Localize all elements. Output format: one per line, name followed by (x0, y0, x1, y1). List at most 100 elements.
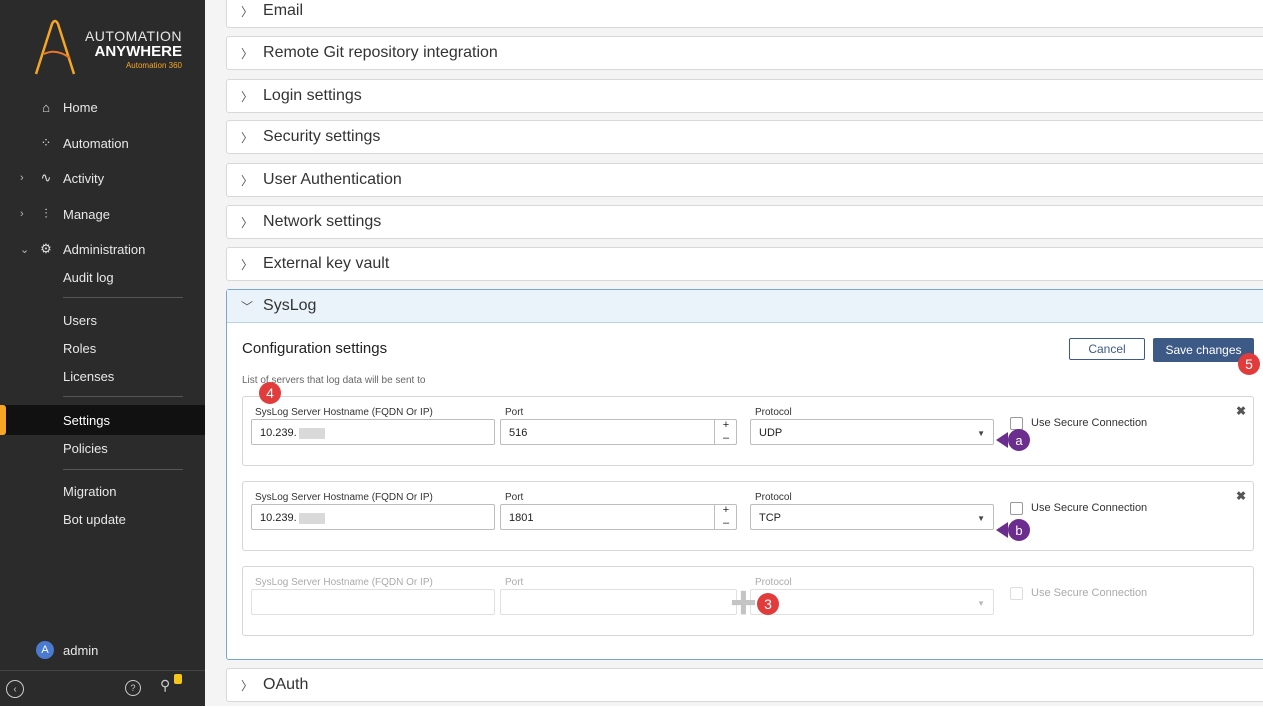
chevron-right-icon: 〉 (241, 4, 254, 19)
logo-text: AUTOMATION ANYWHERE Automation 360 (70, 28, 182, 72)
protocol-select: ▼ (750, 589, 994, 615)
dropdown-arrow-icon: ▼ (977, 599, 985, 608)
chevron-right-icon: 〉 (241, 257, 254, 272)
sidebar-item-licenses[interactable]: Licenses (63, 369, 114, 384)
section-login[interactable]: 〉 Login settings (226, 79, 1263, 113)
section-key-vault[interactable]: 〉 External key vault (226, 247, 1263, 281)
nav-manage-label: Manage (63, 206, 110, 222)
port-input[interactable]: 1801 (500, 504, 737, 530)
dropdown-arrow-icon: ▼ (977, 514, 985, 523)
chevron-down-icon: ⌄ (20, 243, 30, 256)
protocol-label: Protocol (755, 577, 792, 588)
port-input[interactable]: 516 (500, 419, 737, 445)
port-value: 1801 (509, 512, 534, 524)
port-value: 516 (509, 427, 528, 439)
sidebar-item-policies[interactable]: Policies (63, 441, 108, 456)
help-icon[interactable]: ? (125, 680, 141, 696)
collapse-icon[interactable]: ‹ (6, 680, 24, 698)
callout-4: 4 (259, 382, 281, 404)
section-security[interactable]: 〉 Security settings (226, 120, 1263, 154)
hostname-label: SysLog Server Hostname (FQDN Or IP) (255, 407, 433, 418)
user-name: admin (63, 642, 99, 658)
hostname-input[interactable]: 10.239. (251, 504, 495, 530)
section-network[interactable]: 〉 Network settings (226, 205, 1263, 239)
decrement-icon[interactable]: – (715, 517, 737, 530)
config-title: Configuration settings (242, 340, 388, 357)
sidebar-item-audit-log[interactable]: Audit log (63, 270, 114, 285)
secure-connection-checkbox[interactable] (1010, 502, 1023, 515)
nav-administration[interactable]: ⌄ ⚙ Administration (0, 233, 205, 265)
hostname-input[interactable]: 10.239. (251, 419, 495, 445)
logo-line1: AUTOMATION (84, 28, 182, 44)
secure-connection-label: Use Secure Connection (1031, 587, 1148, 599)
nav-automation-label: Automation (63, 135, 129, 151)
protocol-label: Protocol (755, 407, 792, 418)
add-server-row[interactable]: SysLog Server Hostname (FQDN Or IP) Port… (242, 566, 1254, 636)
section-title: Remote Git repository integration (263, 44, 498, 61)
syslog-header[interactable]: ﹀ SysLog (227, 290, 1263, 323)
home-icon: ⌂ (42, 99, 50, 115)
secure-connection-checkbox[interactable] (1010, 417, 1023, 430)
sidebar-item-bot-update[interactable]: Bot update (63, 512, 126, 527)
sidebar-item-migration[interactable]: Migration (63, 484, 116, 499)
section-title: Login settings (263, 87, 362, 104)
protocol-select[interactable]: TCP ▼ (750, 504, 994, 530)
chevron-right-icon: 〉 (241, 46, 254, 61)
chevron-right-icon: › (20, 172, 24, 184)
section-oauth[interactable]: 〉 OAuth (226, 668, 1263, 702)
hostname-input (251, 589, 495, 615)
increment-icon[interactable]: + (715, 419, 737, 432)
automation-icon: ⁘ (40, 135, 52, 150)
section-git[interactable]: 〉 Remote Git repository integration (226, 36, 1263, 70)
section-title: Security settings (263, 128, 381, 145)
marker-b: b (1008, 519, 1030, 541)
chevron-right-icon: 〉 (241, 173, 254, 188)
port-label: Port (505, 577, 524, 588)
main-content: 〉 Email 〉 Remote Git repository integrat… (205, 0, 1263, 706)
cancel-button[interactable]: Cancel (1069, 338, 1145, 360)
remove-server-icon[interactable]: ✖ (1236, 489, 1246, 503)
add-server-plus-icon[interactable]: + (730, 579, 757, 625)
port-input (500, 589, 737, 615)
marker-tail (996, 522, 1008, 538)
notification-badge (174, 674, 182, 684)
protocol-value: TCP (759, 512, 781, 524)
hostname-value: 10.239. (260, 512, 297, 524)
redacted-value (298, 427, 325, 439)
server-row: SysLog Server Hostname (FQDN Or IP) 10.2… (242, 396, 1254, 466)
decrement-icon[interactable]: – (715, 432, 737, 445)
nav-activity-label: Activity (63, 170, 105, 186)
location-pin-icon[interactable]: ⚲ (160, 677, 170, 694)
sidebar: AUTOMATION ANYWHERE Automation 360 ⌂ Hom… (0, 0, 205, 706)
hostname-label: SysLog Server Hostname (FQDN Or IP) (255, 492, 433, 503)
user-menu[interactable]: A admin (36, 641, 98, 659)
divider (63, 469, 183, 470)
section-user-auth[interactable]: 〉 User Authentication (226, 163, 1263, 197)
secure-connection-label: Use Secure Connection (1031, 417, 1148, 429)
protocol-select[interactable]: UDP ▼ (750, 419, 994, 445)
sidebar-item-settings[interactable]: Settings (63, 413, 110, 428)
nav-home[interactable]: ⌂ Home (0, 91, 205, 123)
sidebar-item-roles[interactable]: Roles (63, 341, 96, 356)
sidebar-item-users[interactable]: Users (63, 313, 97, 328)
logo-line3: Automation 360 (125, 61, 182, 70)
chevron-right-icon: › (20, 208, 24, 220)
section-title: Network settings (263, 213, 382, 230)
port-stepper[interactable]: + – (714, 504, 737, 530)
remove-server-icon[interactable]: ✖ (1236, 404, 1246, 418)
section-email[interactable]: 〉 Email (226, 0, 1263, 28)
nav-automation[interactable]: ⁘ Automation (0, 127, 205, 159)
section-syslog: ﹀ SysLog Configuration settings List of … (226, 289, 1263, 660)
port-stepper[interactable]: + – (714, 419, 737, 445)
nav-manage[interactable]: › ⫶ Manage (0, 198, 205, 230)
gear-icon: ⚙ (40, 241, 52, 256)
section-title: SysLog (263, 297, 317, 314)
hostname-value: 10.239. (260, 427, 297, 439)
nav-activity[interactable]: › ∿ Activity (0, 162, 205, 194)
marker-tail (996, 432, 1008, 448)
server-row: SysLog Server Hostname (FQDN Or IP) 10.2… (242, 481, 1254, 551)
section-title: User Authentication (263, 171, 402, 188)
chevron-right-icon: 〉 (241, 215, 254, 230)
increment-icon[interactable]: + (715, 504, 737, 517)
section-title: Email (263, 2, 304, 19)
